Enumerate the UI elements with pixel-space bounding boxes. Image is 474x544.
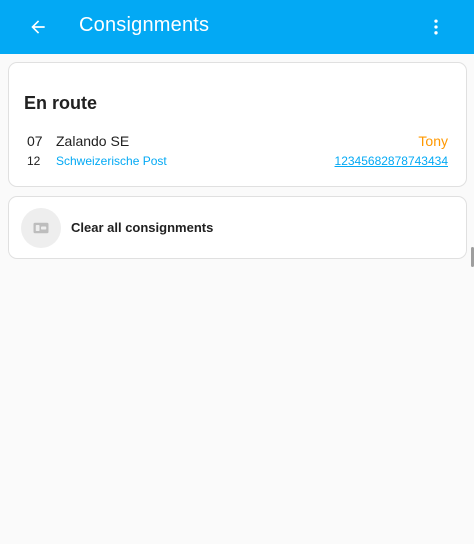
dots-vertical-icon [434,19,438,35]
clear-all-label: Clear all consignments [71,220,214,235]
consignment-carrier: Schweizerische Post [56,154,167,168]
arrow-left-icon [31,20,45,34]
consignment-name: Zalando SE [56,133,130,149]
consignment-row-secondary: 12 Schweizerische Post 12345682878743434 [9,153,466,169]
consignment-day: 07 [27,133,43,149]
clear-all-consignments-button[interactable]: Clear all consignments [8,196,467,259]
consignment-recipient: Tony [418,133,448,149]
clear-icon-circle [21,208,61,248]
package-delete-icon [33,222,49,234]
en-route-card: En route 07 Zalando SE Tony 12 Schweizer… [8,62,467,187]
back-button[interactable] [22,11,54,43]
consignment-month: 12 [27,154,41,168]
overflow-menu-button[interactable] [420,11,452,43]
tracking-number-link[interactable]: 12345682878743434 [335,154,448,168]
page-title: Consignments [79,14,210,36]
app-bar: Consignments [0,0,474,54]
section-title: En route [24,93,98,113]
consignment-row-primary: 07 Zalando SE Tony [9,133,466,151]
